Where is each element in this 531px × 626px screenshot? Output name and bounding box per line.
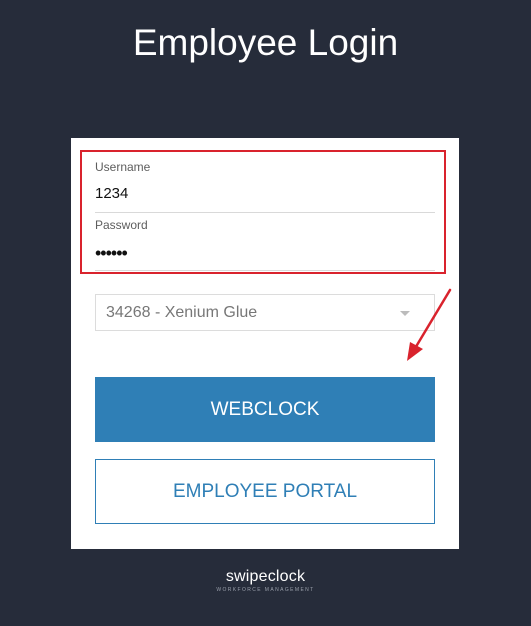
password-label: Password <box>95 218 148 232</box>
password-field: Password •••••• <box>95 218 435 271</box>
annotation-arrow-icon <box>407 288 452 361</box>
page-title: Employee Login <box>132 22 399 63</box>
username-input[interactable]: 1234 <box>95 185 435 213</box>
logo-wordmark: swipeclock <box>225 568 306 585</box>
logo-tagline: WORKFORCE MANAGEMENT <box>216 587 315 593</box>
password-input[interactable]: •••••• <box>95 243 435 271</box>
username-label: Username <box>95 160 151 174</box>
webclock-button[interactable]: WEBCLOCK <box>95 377 435 442</box>
account-select-value: 34268 - Xenium Glue <box>106 303 258 321</box>
swipeclock-logo: swipeclock WORKFORCE MANAGEMENT <box>0 568 531 593</box>
account-select[interactable]: 34268 - Xenium Glue <box>95 294 435 331</box>
employee-portal-button[interactable]: EMPLOYEE PORTAL <box>95 459 435 524</box>
username-field: Username 1234 <box>95 160 435 213</box>
